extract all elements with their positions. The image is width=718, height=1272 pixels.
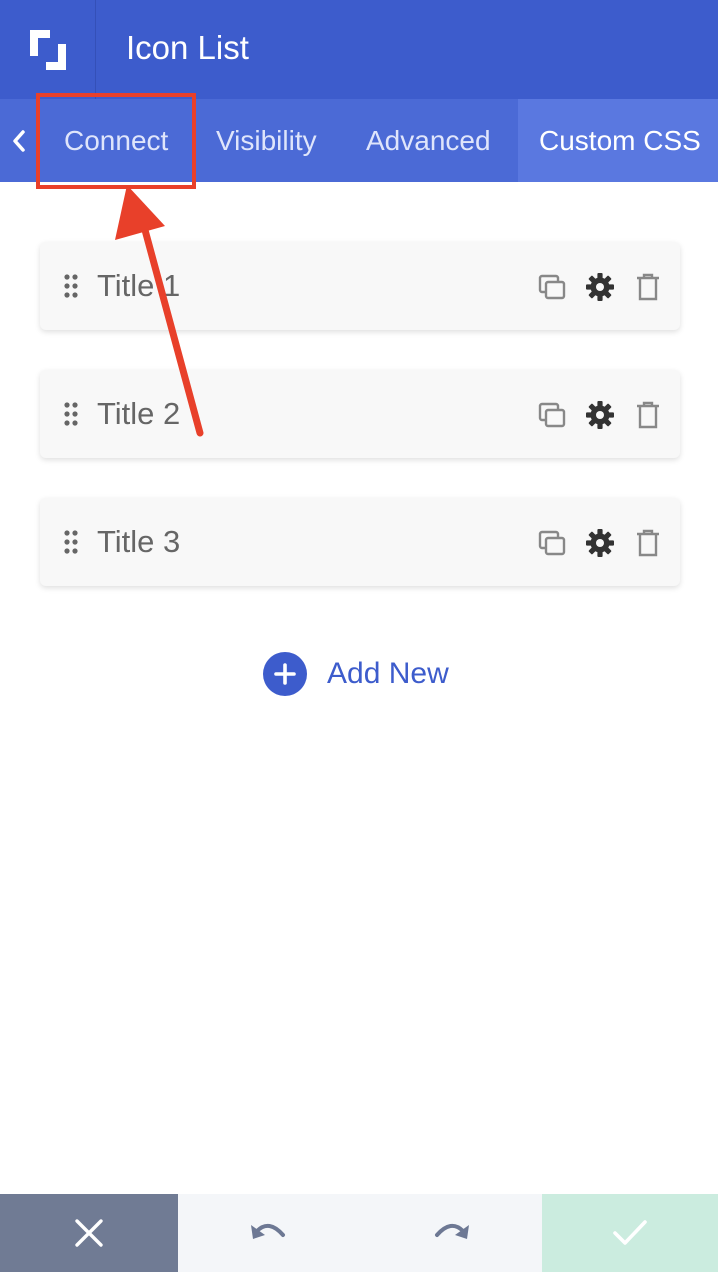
- add-new-label: Add New: [327, 657, 449, 690]
- undo-icon: [251, 1223, 285, 1239]
- close-icon: [75, 1219, 103, 1247]
- plus-circle-icon: [263, 652, 307, 696]
- trash-icon[interactable]: [633, 528, 663, 558]
- tabs-scroll-left-button[interactable]: [0, 99, 38, 182]
- tab-custom-css[interactable]: Custom CSS: [518, 99, 718, 182]
- copy-icon[interactable]: [537, 272, 567, 302]
- copy-icon[interactable]: [537, 528, 567, 558]
- tab-advanced[interactable]: Advanced: [366, 99, 491, 182]
- copy-icon[interactable]: [537, 400, 567, 430]
- footer-toolbar: [0, 1194, 718, 1272]
- list-item-label: Title 1: [97, 268, 181, 303]
- drag-handle-icon[interactable]: [63, 401, 79, 427]
- gear-icon[interactable]: [585, 272, 615, 302]
- list-item-label: Title 3: [97, 524, 181, 559]
- gear-icon[interactable]: [585, 400, 615, 430]
- annotation-arrow: [115, 185, 204, 437]
- header: Icon List: [0, 0, 718, 99]
- tab-visibility[interactable]: Visibility: [216, 99, 317, 182]
- list-item[interactable]: Title 3: [40, 498, 680, 586]
- redo-button[interactable]: [360, 1194, 542, 1272]
- list-item[interactable]: Title 1: [40, 242, 680, 330]
- drag-handle-icon[interactable]: [63, 273, 79, 299]
- add-new-button[interactable]: Add New: [263, 652, 449, 696]
- save-button[interactable]: [542, 1194, 718, 1272]
- list-item[interactable]: Title 2: [40, 370, 680, 458]
- logo[interactable]: [0, 0, 96, 99]
- check-icon: [613, 1220, 647, 1245]
- trash-icon[interactable]: [633, 272, 663, 302]
- cancel-button[interactable]: [0, 1194, 178, 1272]
- plus-icon: [274, 663, 296, 685]
- logo-icon: [29, 29, 66, 70]
- panel-title: Icon List: [126, 29, 249, 66]
- undo-button[interactable]: [178, 1194, 360, 1272]
- gear-icon[interactable]: [585, 528, 615, 558]
- redo-icon: [435, 1223, 469, 1239]
- list-item-label: Title 2: [97, 396, 181, 431]
- annotation-highlight-box: [36, 93, 196, 189]
- drag-handle-icon[interactable]: [63, 529, 79, 555]
- chevron-left-icon: [13, 129, 25, 152]
- trash-icon[interactable]: [633, 400, 663, 430]
